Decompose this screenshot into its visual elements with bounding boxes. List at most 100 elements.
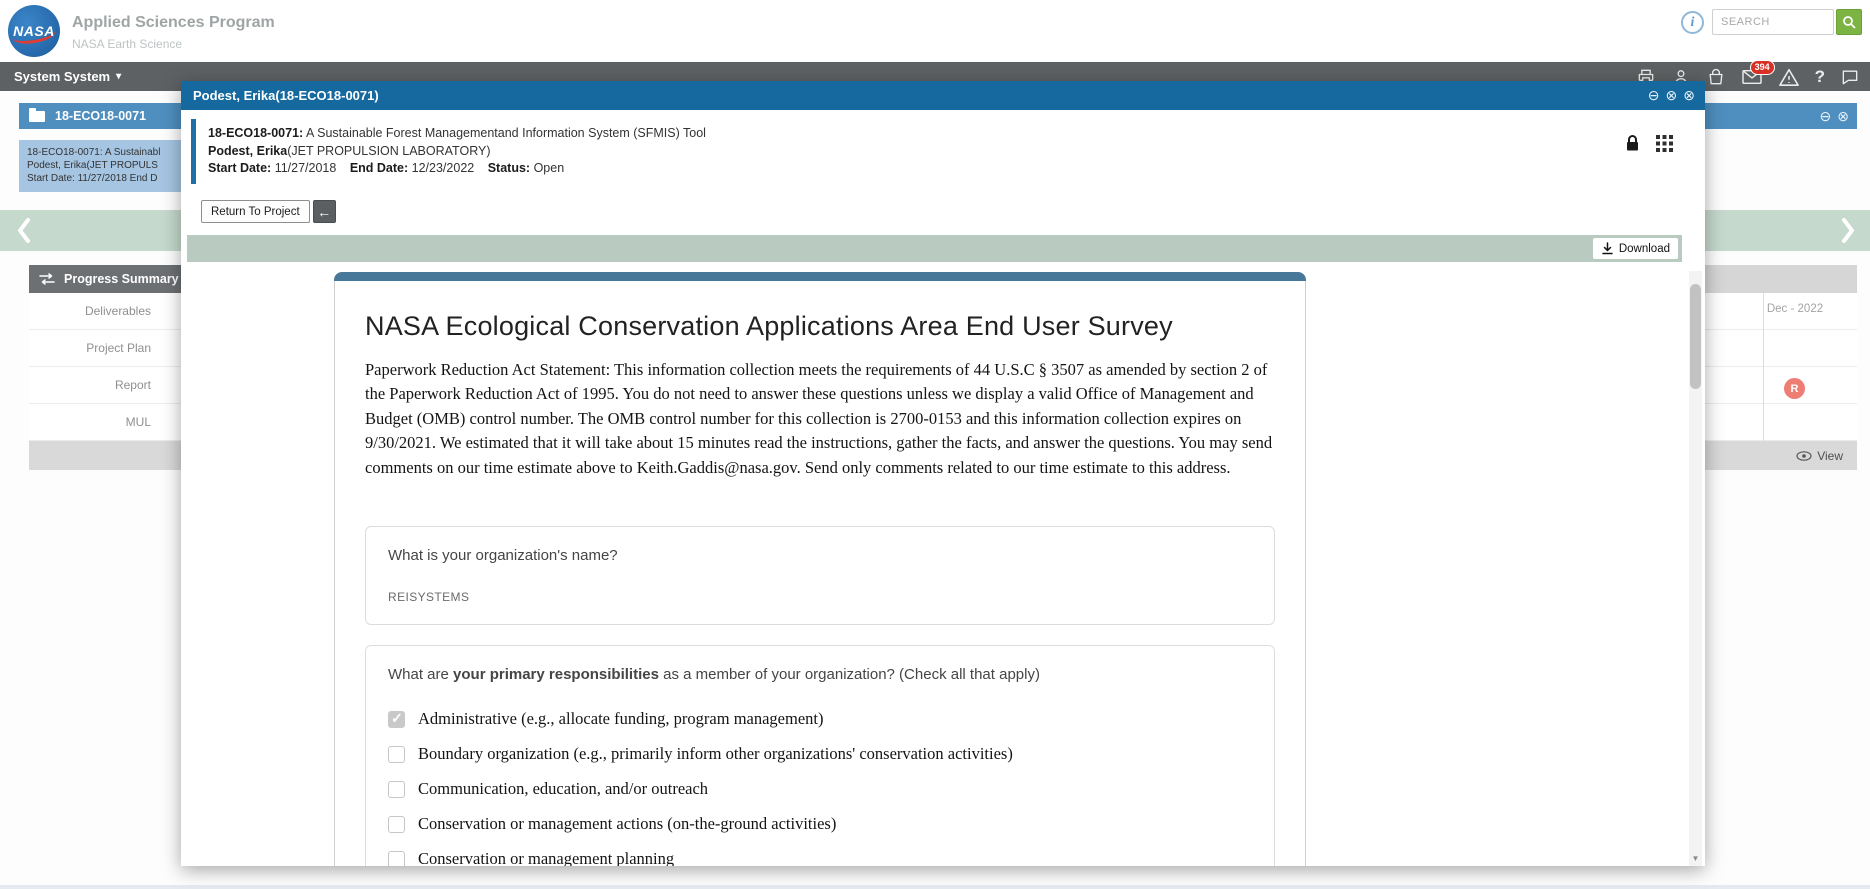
minimize-icon[interactable]: ⊖ [1648, 87, 1660, 104]
survey-modal: Podest, Erika(18-ECO18-0071) ⊖ ⊗ ⊗ 18-EC… [181, 81, 1705, 866]
tab-window-icons: ⊖ ⊗ [1820, 108, 1849, 125]
page-bottom-edge [0, 885, 1870, 889]
nasa-logo-text: NASA [13, 23, 55, 39]
search-input[interactable] [1712, 9, 1834, 35]
collapse-icon[interactable]: ⊖ [1820, 108, 1832, 125]
project-info-line2: Podest, Erika(JET PROPULSION LABORATORY) [208, 143, 1671, 161]
view-button[interactable]: View [1796, 441, 1843, 470]
close-tab-icon[interactable]: ⊗ [1837, 108, 1849, 125]
grid-icon[interactable] [1656, 135, 1673, 152]
modal-scrollbar[interactable]: ▼ [1689, 271, 1702, 866]
question-1-answer: REISYSTEMS [388, 590, 1252, 604]
start-date-value: 11/27/2018 [275, 161, 337, 175]
row-label: Deliverables [29, 304, 151, 318]
scroll-down-icon[interactable]: ▼ [1689, 851, 1702, 866]
project-list-item[interactable]: 18-ECO18-0071: A Sustainabl Podest, Erik… [19, 140, 182, 192]
end-date-value: 12/23/2022 [412, 161, 475, 175]
survey-toolbar: Download [187, 235, 1682, 262]
help-icon[interactable]: ? [1815, 67, 1825, 87]
project-pi-label: Podest, Erika [208, 144, 287, 158]
restore-icon[interactable]: ⊗ [1666, 87, 1678, 104]
eye-icon [1796, 451, 1812, 461]
project-action-icons [1625, 134, 1673, 152]
report-status-badge[interactable]: R [1784, 378, 1805, 399]
project-item-line1: 18-ECO18-0071: A Sustainabl [27, 146, 174, 159]
carousel-left-icon[interactable] [16, 217, 32, 249]
view-label: View [1817, 449, 1843, 463]
checkbox[interactable] [388, 816, 405, 833]
chat-icon[interactable] [1840, 67, 1860, 87]
info-icon[interactable]: i [1681, 11, 1704, 34]
scrollbar-thumb[interactable] [1690, 284, 1701, 389]
option-row: Conservation or management actions (on-t… [388, 814, 1252, 834]
question-2-pre: What are [388, 666, 453, 683]
download-button[interactable]: Download [1593, 238, 1678, 259]
project-item-line2: Podest, Erika(JET PROPULS [27, 159, 174, 172]
modal-titlebar[interactable]: Podest, Erika(18-ECO18-0071) ⊖ ⊗ ⊗ [181, 81, 1705, 110]
nasa-logo: NASA [8, 5, 60, 57]
download-label: Download [1619, 243, 1670, 255]
app-title: Applied Sciences Program [72, 14, 275, 32]
search-button[interactable] [1836, 9, 1862, 35]
project-info-line1: 18-ECO18-0071: A Sustainable Forest Mana… [208, 125, 1671, 143]
checkbox-checked[interactable] [388, 711, 405, 728]
progress-icon [39, 273, 55, 285]
month-column-header: Dec - 2022 [1725, 303, 1865, 315]
question-card-1: What is your organization's name? REISYS… [365, 526, 1275, 625]
modal-title: Podest, Erika(18-ECO18-0071) [193, 88, 379, 103]
project-pi-text: (JET PROPULSION LABORATORY) [287, 144, 490, 158]
option-row: Administrative (e.g., allocate funding, … [388, 709, 1252, 729]
checkbox[interactable] [388, 746, 405, 763]
start-date-label: Start Date: [208, 161, 271, 175]
project-id-text: A Sustainable Forest Managementand Infor… [306, 126, 706, 140]
option-label: Administrative (e.g., allocate funding, … [418, 709, 824, 729]
app-root: NASA Applied Sciences Program NASA Earth… [0, 0, 1870, 889]
grid-column-divider [1763, 293, 1764, 441]
folder-icon [29, 111, 45, 122]
question-2-bold: your primary responsibilities [453, 666, 659, 683]
option-row: Communication, education, and/or outreac… [388, 779, 1252, 799]
row-label: Project Plan [29, 341, 151, 355]
row-label: MUL [29, 415, 151, 429]
checkbox[interactable] [388, 781, 405, 798]
carousel-right-icon[interactable] [1840, 217, 1856, 249]
mail-badge: 394 [1750, 60, 1775, 75]
modal-window-icons: ⊖ ⊗ ⊗ [1648, 87, 1695, 104]
option-label: Conservation or management actions (on-t… [418, 814, 836, 834]
project-tab-title: 18-ECO18-0071 [55, 109, 146, 123]
return-to-project-label: Return To Project [201, 200, 310, 223]
checkbox[interactable] [388, 851, 405, 866]
survey-document: NASA Ecological Conservation Application… [334, 272, 1306, 866]
option-row: Boundary organization (e.g., primarily i… [388, 744, 1252, 764]
search-icon [1842, 15, 1857, 30]
app-subtitle: NASA Earth Science [72, 37, 182, 51]
end-date-label: End Date: [350, 161, 408, 175]
chevron-down-icon: ▾ [116, 71, 121, 82]
project-info-box: 18-ECO18-0071: A Sustainable Forest Mana… [191, 119, 1683, 184]
survey-title: NASA Ecological Conservation Application… [365, 311, 1275, 342]
top-header: NASA Applied Sciences Program NASA Earth… [0, 0, 1870, 62]
row-label: Report [29, 378, 151, 392]
question-2-post: as a member of your organization? (Check… [659, 666, 1040, 683]
alert-icon[interactable] [1778, 67, 1800, 87]
return-to-project-button[interactable]: Return To Project ← [201, 200, 336, 223]
system-menu-label: System System [14, 69, 110, 84]
progress-summary-title: Progress Summary [64, 272, 179, 286]
bag-icon[interactable] [1706, 67, 1726, 87]
close-icon[interactable]: ⊗ [1683, 87, 1695, 104]
status-value: Open [534, 161, 565, 175]
mail-icon[interactable]: 394 [1741, 68, 1763, 86]
lock-icon[interactable] [1625, 134, 1640, 152]
project-info-line3: Start Date: 11/27/2018 End Date: 12/23/2… [208, 160, 1671, 178]
question-2-text: What are your primary responsibilities a… [388, 666, 1252, 683]
option-row: Conservation or management planning [388, 849, 1252, 866]
survey-header-strip [334, 272, 1306, 281]
system-menu[interactable]: System System ▾ [14, 62, 121, 91]
project-id-label: 18-ECO18-0071: [208, 126, 303, 140]
back-arrow-icon: ← [313, 200, 336, 223]
survey-intro: Paperwork Reduction Act Statement: This … [365, 358, 1275, 480]
option-label: Boundary organization (e.g., primarily i… [418, 744, 1013, 764]
survey-body: NASA Ecological Conservation Application… [334, 281, 1306, 866]
question-card-2: What are your primary responsibilities a… [365, 645, 1275, 866]
question-1-text: What is your organization's name? [388, 547, 1252, 564]
